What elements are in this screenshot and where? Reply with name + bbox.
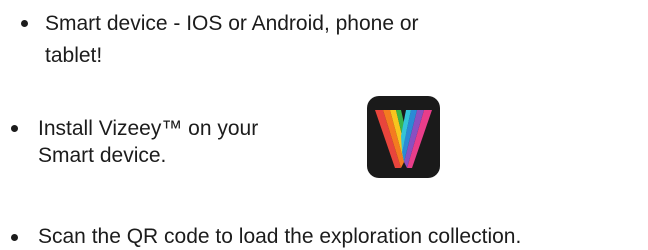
vizeey-logo-icon (375, 110, 432, 168)
list-item-text-line: tablet! (45, 44, 103, 67)
list-item-text-line: Install Vizeey™ on your (38, 117, 259, 140)
list-item-text-line: Smart device. (38, 144, 167, 167)
bullet-icon (11, 234, 18, 241)
list-item-text-line: Smart device - IOS or Android, phone or (45, 12, 419, 35)
bullet-icon (21, 20, 28, 27)
bullet-icon (11, 125, 18, 132)
list-item-text-line: Scan the QR code to load the exploration… (38, 225, 522, 248)
vizeey-app-icon (367, 96, 440, 178)
